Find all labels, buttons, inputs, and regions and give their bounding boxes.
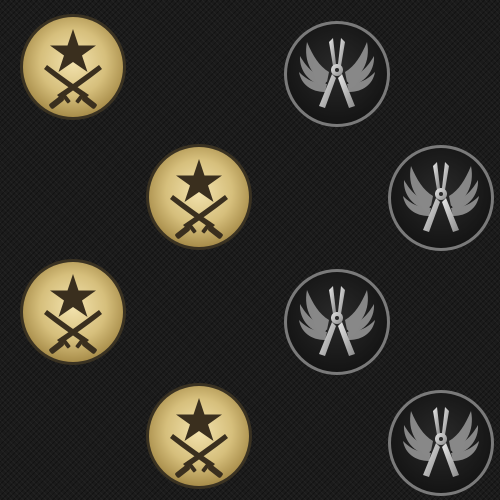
terrorist-emblem-icon bbox=[387, 389, 495, 497]
counter-terrorist-emblem-icon bbox=[145, 143, 253, 251]
terrorist-emblem-icon bbox=[283, 20, 391, 128]
terrorist-emblem-icon bbox=[387, 144, 495, 252]
terrorist-emblem-icon bbox=[283, 268, 391, 376]
wallpaper-pattern bbox=[0, 0, 500, 500]
counter-terrorist-emblem-icon bbox=[19, 258, 127, 366]
counter-terrorist-emblem-icon bbox=[19, 13, 127, 121]
counter-terrorist-emblem-icon bbox=[145, 382, 253, 490]
